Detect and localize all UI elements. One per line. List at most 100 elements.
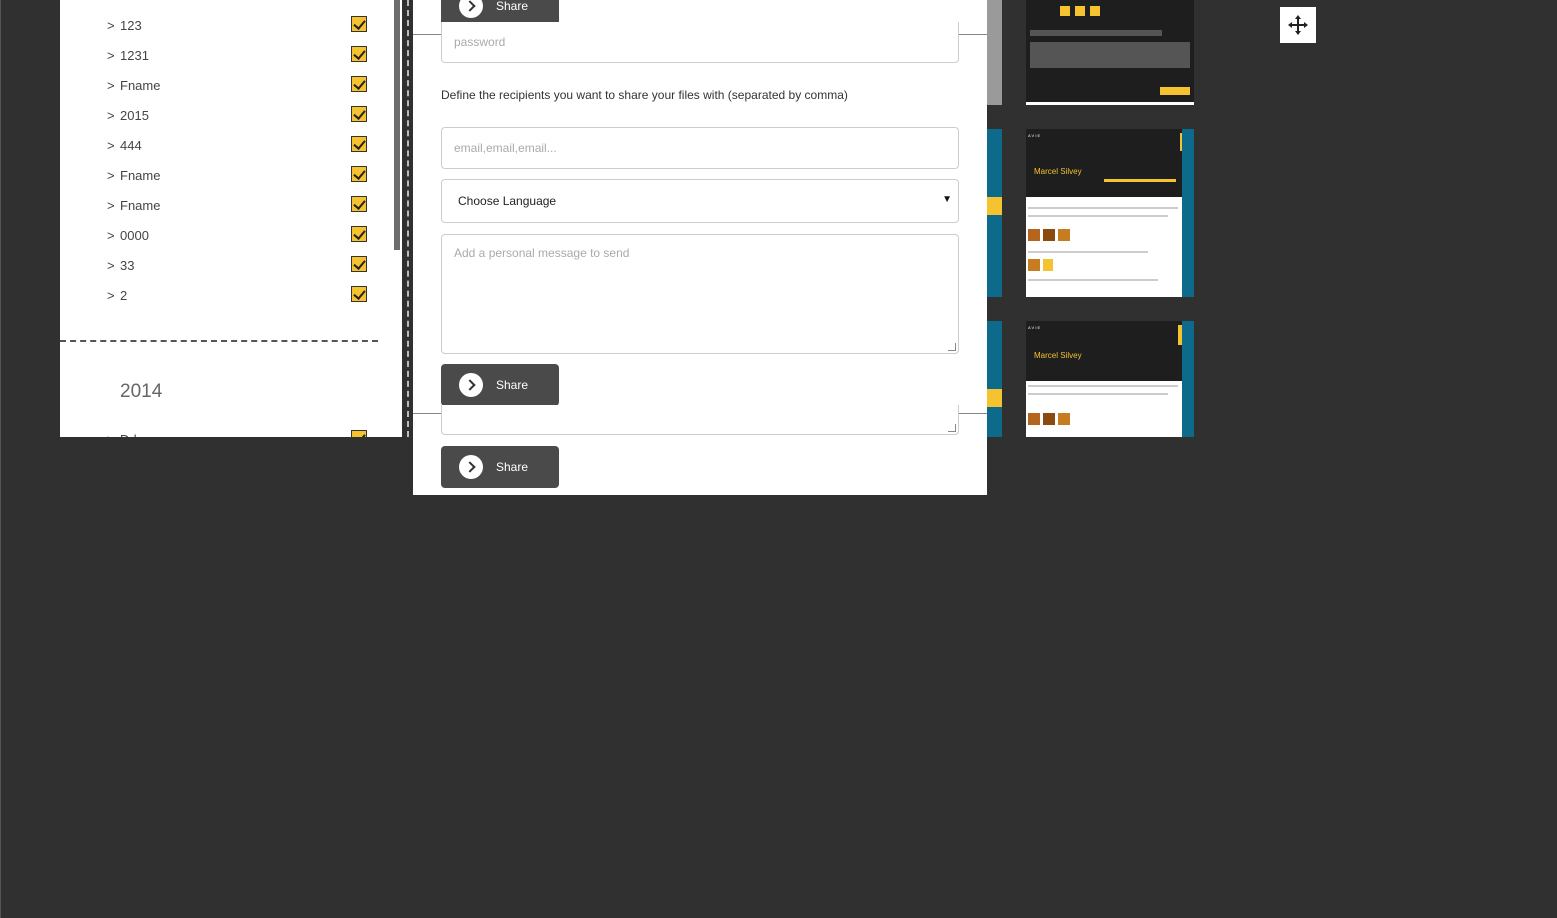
folder-checkbox[interactable] — [351, 256, 367, 272]
chevron-right-icon — [459, 455, 483, 479]
folder-name[interactable]: 1231 — [120, 48, 149, 63]
password-placeholder: password — [454, 35, 506, 49]
scrollbar-thumb[interactable] — [394, 0, 400, 250]
folder-checkbox[interactable] — [351, 430, 367, 437]
thumbnail-profile-name: Marcel Silvey — [1034, 351, 1082, 360]
recipients-description: Define the recipients you want to share … — [441, 88, 848, 102]
folder-checkbox[interactable] — [351, 196, 367, 212]
expand-arrow-icon[interactable]: > — [107, 198, 115, 213]
year-heading: 2014 — [120, 381, 163, 402]
thumbnail-edge — [987, 0, 1002, 105]
thumbnail-line — [1028, 215, 1168, 217]
folder-name[interactable]: 33 — [120, 258, 134, 273]
expand-arrow-icon[interactable]: > — [107, 108, 115, 123]
folder-name[interactable]: 123 — [120, 18, 142, 33]
folder-checkbox[interactable] — [351, 136, 367, 152]
folder-name[interactable]: Fname — [120, 168, 160, 183]
thumbnail-edge — [987, 129, 1002, 297]
thumbnail-image — [1058, 229, 1070, 241]
language-select[interactable]: Choose Language ▼ — [441, 179, 959, 223]
share-button-label: Share — [496, 378, 529, 392]
expand-arrow-icon[interactable]: > — [107, 228, 115, 243]
folder-list: > 123 > 1231 > Fname > 2015 > 444 > Fnam… — [60, 11, 392, 311]
folder-checkbox[interactable] — [351, 286, 367, 302]
thumbnail-line — [1028, 251, 1148, 253]
resize-handle-icon[interactable] — [948, 424, 956, 432]
expand-arrow-icon[interactable]: > — [107, 432, 115, 437]
folder-item[interactable]: > 33 — [60, 251, 392, 281]
page-thumbnail[interactable]: A V I E Marcel Silvey — [1026, 129, 1194, 297]
folder-checkbox[interactable] — [351, 76, 367, 92]
thumbnail-accent — [1090, 6, 1100, 16]
folder-name[interactable]: 2 — [120, 288, 127, 303]
thumbnail-image — [1058, 413, 1070, 425]
thumbnail-accent — [1160, 87, 1190, 95]
expand-arrow-icon[interactable]: > — [107, 138, 115, 153]
thumbnail-edge-accent — [987, 197, 1002, 215]
folder-item[interactable]: > Fname — [60, 71, 392, 101]
share-button-label: Share — [496, 460, 529, 474]
folder-scrollbar[interactable] — [392, 0, 402, 437]
folder-name[interactable]: 2015 — [120, 108, 149, 123]
move-arrows-icon — [1288, 15, 1308, 35]
thumbnail-edge-accent — [987, 389, 1002, 407]
thumbnail-image — [1028, 259, 1040, 271]
chevron-right-icon — [459, 0, 483, 18]
folder-item[interactable]: > 444 — [60, 131, 392, 161]
folder-item[interactable]: > 0000 — [60, 221, 392, 251]
thumbnail-line — [1028, 385, 1178, 387]
share-button-label: Share — [496, 0, 529, 13]
resize-handle-icon[interactable] — [948, 343, 956, 351]
thumbnail-image — [1043, 229, 1055, 241]
folder-item[interactable]: > 2015 — [60, 101, 392, 131]
expand-arrow-icon[interactable]: > — [107, 288, 115, 303]
folder-panel: 2015 > 123 > 1231 > Fname > 2015 > 444 > — [60, 0, 392, 437]
folder-name[interactable]: Fname — [120, 198, 160, 213]
folder-item[interactable]: > 2 — [60, 281, 392, 311]
email-placeholder: email,email,email... — [454, 141, 557, 155]
page-thumbnail[interactable] — [1026, 0, 1194, 105]
thumbnail-edge — [1182, 129, 1194, 297]
page-thumbnail[interactable]: A V I E Marcel Silvey — [1026, 321, 1194, 437]
expand-arrow-icon[interactable]: > — [107, 78, 115, 93]
expand-arrow-icon[interactable]: > — [107, 168, 115, 183]
folder-item[interactable]: > 1231 — [60, 41, 392, 71]
folder-checkbox[interactable] — [351, 226, 367, 242]
thumbnail-field — [1030, 42, 1190, 68]
thumbnail-line — [1028, 393, 1168, 395]
folder-checkbox[interactable] — [351, 46, 367, 62]
message-textarea[interactable]: Add a personal message to send — [441, 234, 959, 354]
folder-item[interactable]: > Dd — [60, 425, 392, 437]
folder-name[interactable]: Dd — [120, 432, 137, 437]
folder-checkbox[interactable] — [351, 16, 367, 32]
thumbnail-field — [1030, 30, 1162, 36]
expand-arrow-icon[interactable]: > — [107, 18, 115, 33]
folder-item[interactable]: > Fname — [60, 161, 392, 191]
expand-arrow-icon[interactable]: > — [107, 258, 115, 273]
share-button[interactable]: Share — [441, 364, 559, 406]
folder-checkbox[interactable] — [351, 166, 367, 182]
thumbnail-brand: A V I E — [1028, 325, 1041, 330]
thumbnail-profile-name: Marcel Silvey — [1034, 167, 1082, 176]
folder-name[interactable]: 444 — [120, 138, 142, 153]
email-field[interactable]: email,email,email... — [441, 127, 959, 169]
language-select-value: Choose Language — [458, 194, 557, 208]
expand-arrow-icon[interactable]: > — [107, 48, 115, 63]
share-button-bottom[interactable]: Share — [441, 446, 559, 488]
dropdown-caret-icon: ▼ — [942, 194, 952, 205]
folder-checkbox[interactable] — [351, 106, 367, 122]
password-field[interactable]: password — [441, 22, 959, 63]
message-textarea-duplicate[interactable] — [441, 405, 959, 435]
thumbnail-line — [1028, 279, 1158, 281]
thumbnail-image — [1028, 413, 1040, 425]
thumbnail-image — [1043, 259, 1053, 271]
column-divider — [407, 0, 409, 437]
thumbnail-image — [1028, 229, 1040, 241]
folder-item[interactable]: > 123 — [60, 11, 392, 41]
year-heading-top: 2015 — [120, 0, 149, 1]
folder-name[interactable]: 0000 — [120, 228, 149, 243]
folder-item[interactable]: > Fname — [60, 191, 392, 221]
thumbnail-edge — [1182, 321, 1194, 437]
folder-name[interactable]: Fname — [120, 78, 160, 93]
move-button[interactable] — [1280, 7, 1316, 43]
